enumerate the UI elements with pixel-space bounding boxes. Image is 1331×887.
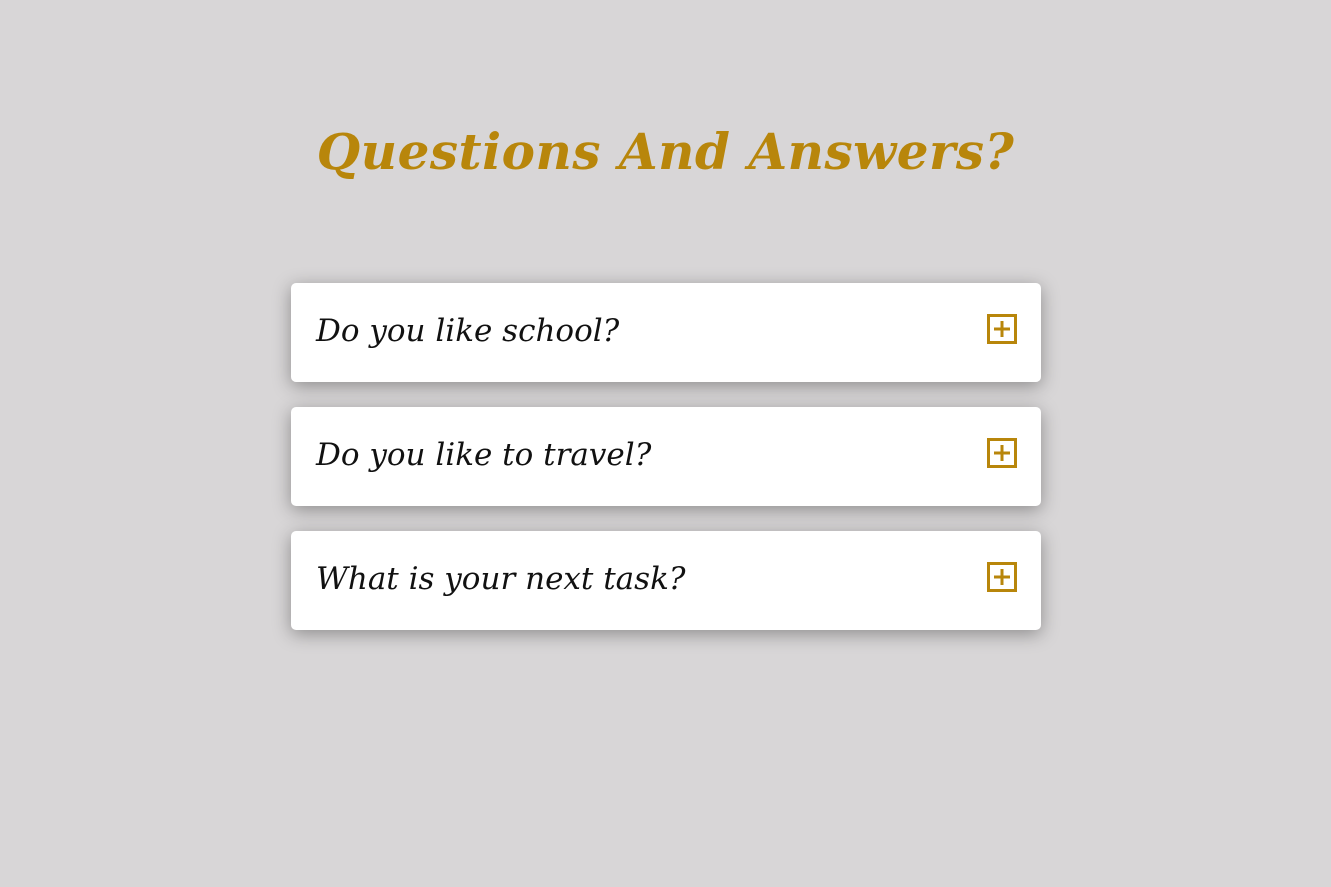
faq-item-next-task[interactable]: What is your next task?: [291, 531, 1041, 630]
plus-square-icon[interactable]: [987, 438, 1017, 468]
faq-item-travel[interactable]: Do you like to travel?: [291, 407, 1041, 506]
faq-question: Do you like school?: [316, 313, 620, 349]
faq-question: Do you like to travel?: [316, 437, 652, 473]
faq-list: Do you like school? Do you like to trave…: [291, 283, 1041, 655]
faq-item-school[interactable]: Do you like school?: [291, 283, 1041, 382]
page-title: Questions And Answers?: [316, 122, 1015, 181]
plus-square-icon[interactable]: [987, 314, 1017, 344]
faq-question: What is your next task?: [316, 561, 686, 597]
plus-square-icon[interactable]: [987, 562, 1017, 592]
